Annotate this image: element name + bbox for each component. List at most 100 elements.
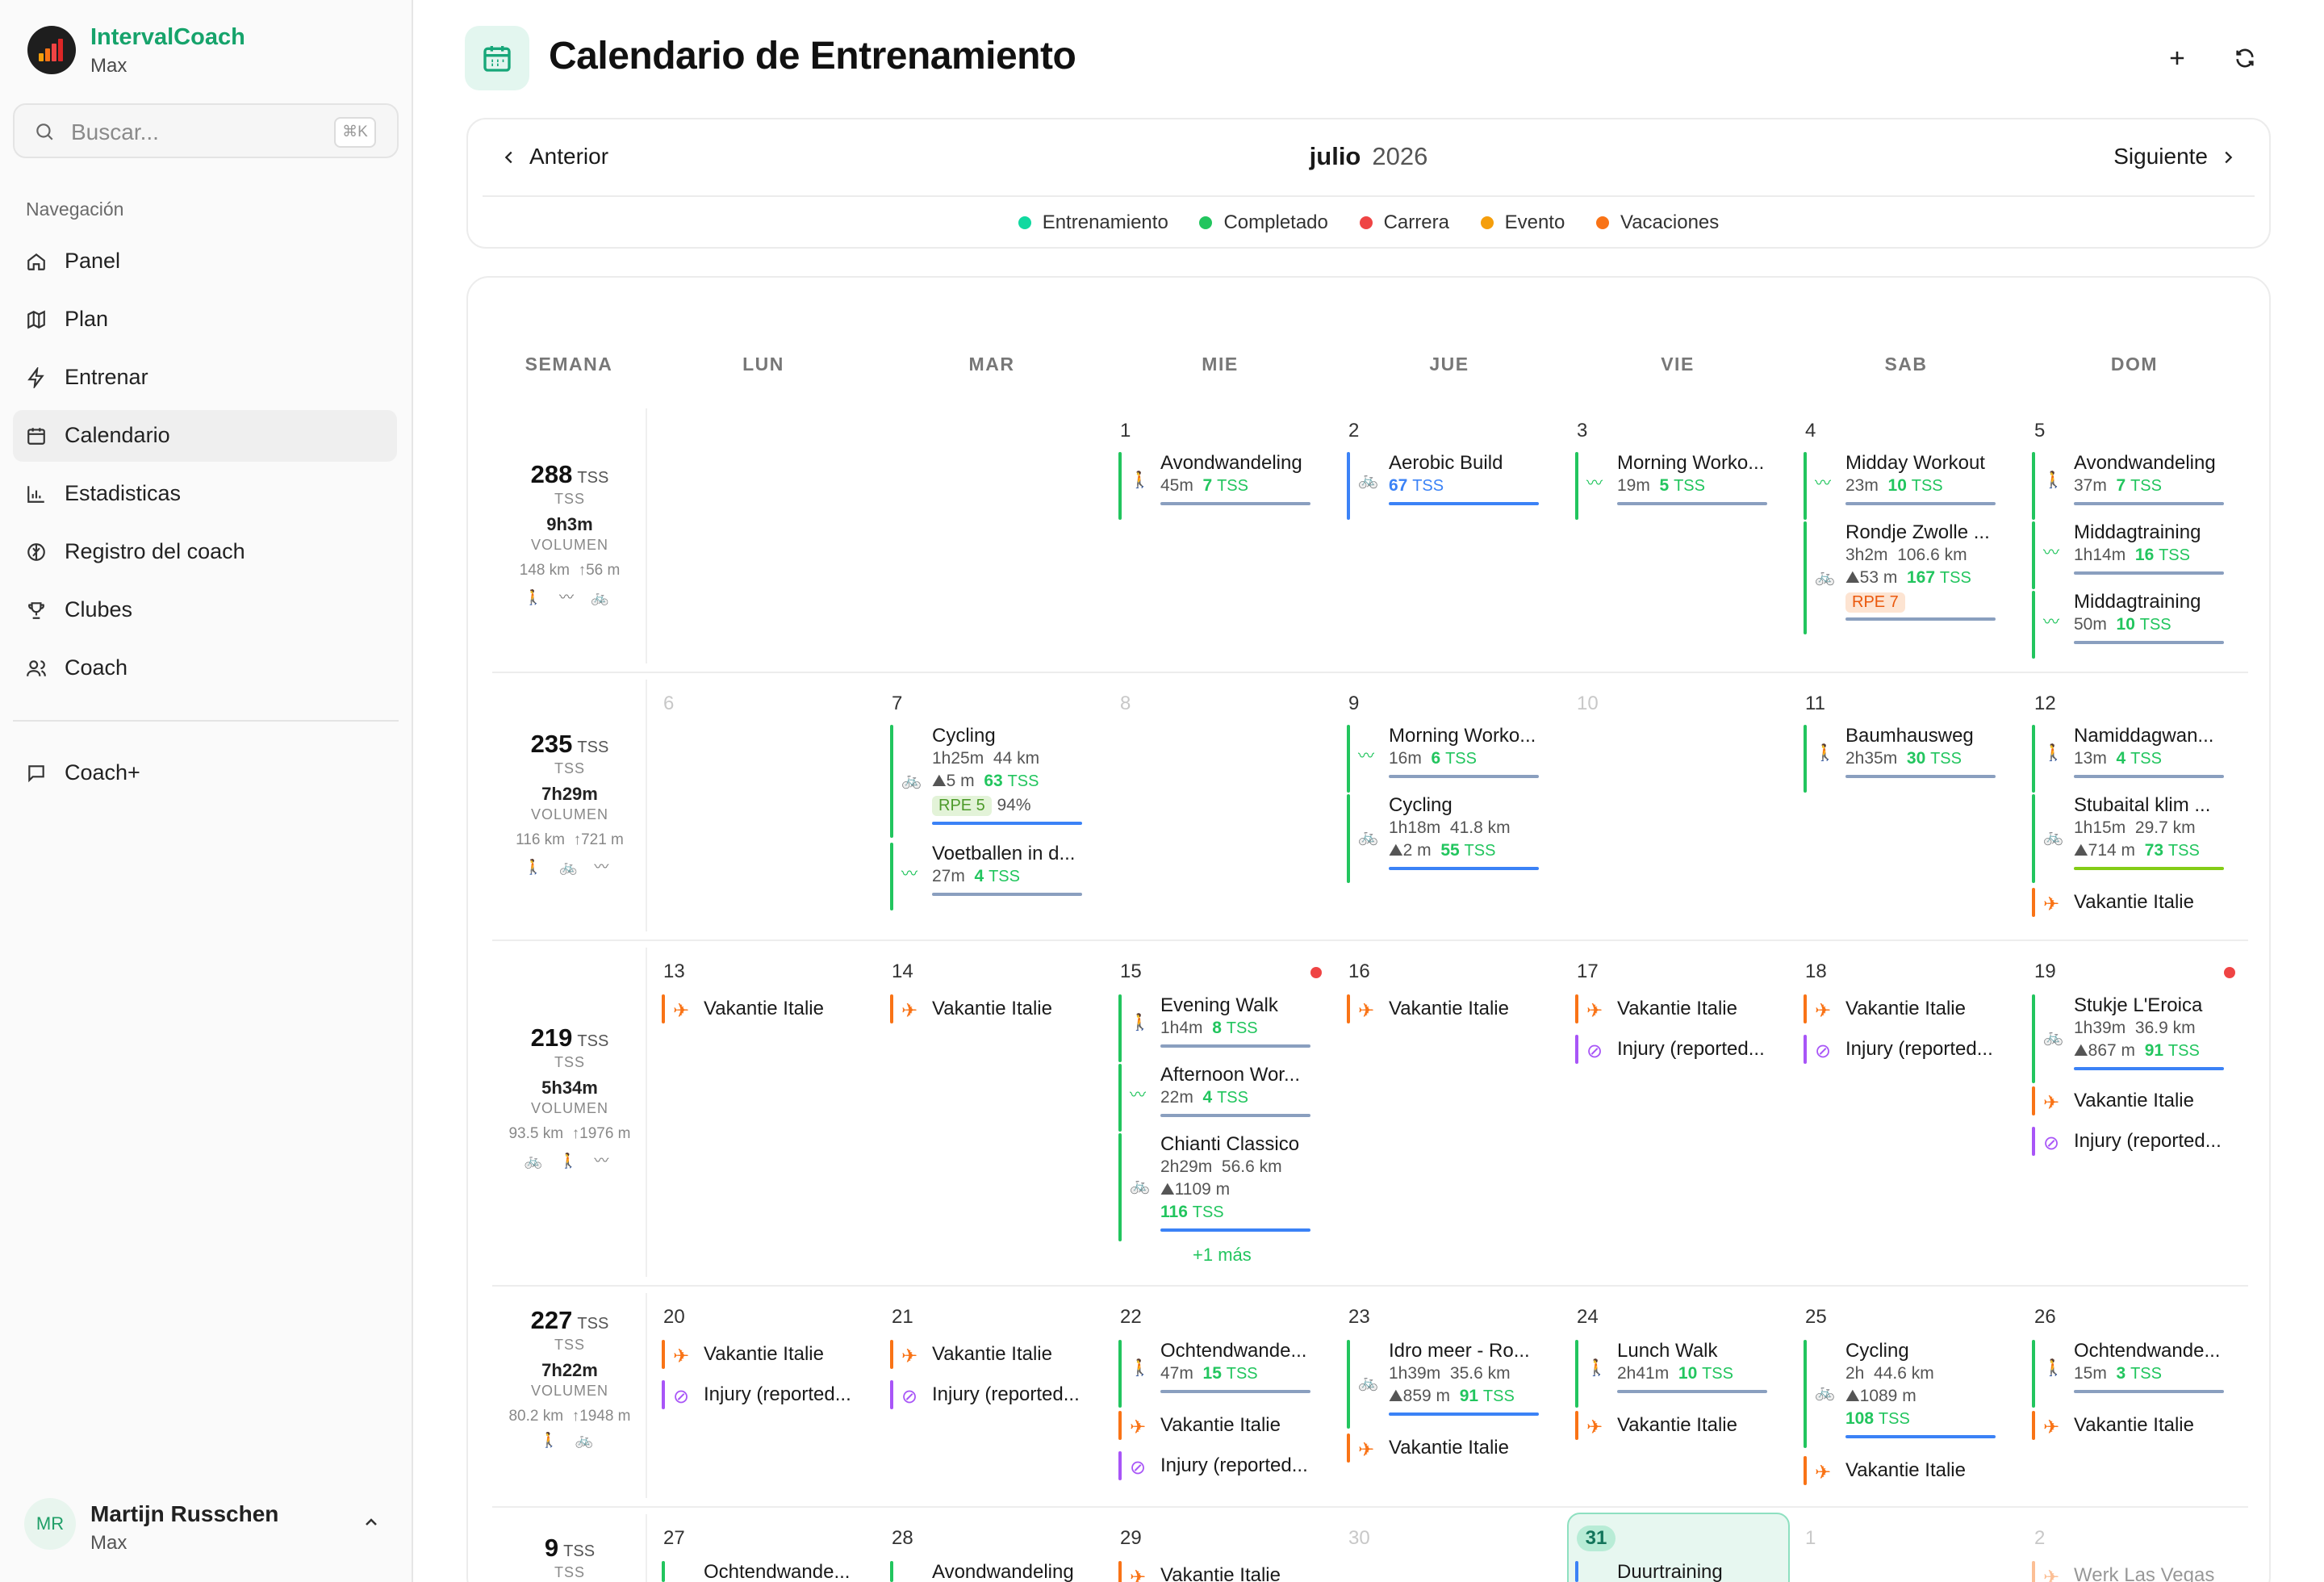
vacation-event[interactable]: ✈ Vakantie Italie (2032, 1411, 2234, 1440)
sidebar-item-panel[interactable]: Panel (13, 236, 397, 287)
search-placeholder: Buscar... (71, 119, 159, 144)
workout-card[interactable]: 🚲 Cycling 1h18m 41.8 km ⛰2 m 55 TSS (1347, 794, 1540, 883)
injury-event[interactable]: ⊘ Injury (reported... (1575, 1035, 1777, 1064)
current-month: julio 2026 (468, 142, 2269, 171)
chevron-up-icon (366, 1518, 377, 1526)
plane-icon: ✈ (1586, 1417, 1603, 1438)
workout-card[interactable]: 🚶 Baumhausweg 2h35m 30 TSS (1804, 725, 1997, 793)
calendar-icon (27, 428, 45, 445)
add-event-button[interactable] (2155, 36, 2200, 81)
workout-card[interactable]: 🚶 Namiddagwan... 13m 4 TSS (2032, 725, 2226, 793)
activity-icon: 〰 (2043, 613, 2059, 631)
more-events-link[interactable]: +1 más (1193, 1245, 1252, 1266)
vacation-event[interactable]: ✈ Vakantie Italie (1575, 1411, 1777, 1440)
workout-card[interactable]: 🚶 Ochtendwande... 15m 3 TSS (2032, 1340, 2226, 1408)
sidebar-item-calendario[interactable]: Calendario (13, 410, 397, 462)
sidebar-divider (13, 720, 399, 722)
walk-icon: 🚶 (1815, 744, 1835, 762)
vacation-event[interactable]: ✈ Vakantie Italie (1804, 994, 2005, 1023)
workout-card[interactable]: 🚶 Lunch Walk 2h41m 10 TSS (1575, 1340, 1769, 1408)
sidebar-item-plan[interactable]: Plan (13, 294, 397, 345)
vacation-event[interactable]: ✈ Vakantie Italie (1804, 1456, 2005, 1485)
vacation-event[interactable]: ✈ Vakantie Italie (890, 1340, 1092, 1369)
sidebar-item-registro[interactable]: Registro del coach (13, 526, 397, 578)
workout-card[interactable]: 〰 Middagtraining 1h14m 16 TSS (2032, 521, 2226, 589)
injury-event[interactable]: ⊘ Injury (reported... (2032, 1127, 2234, 1156)
next-label: Siguiente (2113, 144, 2208, 169)
workout-card[interactable]: 🚲 Cycling 1h25m 44 km ⛰5 m 63 TSS RPE 5 … (890, 725, 1084, 838)
sidebar-item-clubes[interactable]: Clubes (13, 584, 397, 636)
month-name: julio (1309, 142, 1361, 170)
home-icon (27, 253, 45, 270)
next-month-button[interactable]: Siguiente (2113, 144, 2237, 170)
plus-icon (2170, 51, 2184, 65)
vacation-event[interactable]: ✈ Vakantie Italie (1347, 1433, 1549, 1463)
workout-card[interactable]: 🚶 Avondwandeling 37m 7 TSS (2032, 452, 2226, 520)
workout-card[interactable]: 〰 Afternoon Wor... 22m 4 TSS (1118, 1064, 1312, 1132)
workout-card[interactable]: 〰 Midday Workout 23m 10 TSS (1804, 452, 1997, 520)
activity-icon: 〰 (2043, 544, 2059, 562)
day-number: 24 (1577, 1306, 1599, 1328)
bike-icon: 🚲 (1815, 1383, 1835, 1401)
legend-entrenamiento: Entrenamiento (1018, 211, 1168, 234)
workout-card[interactable]: 🚶 Evening Walk 1h4m 8 TSS (1118, 994, 1312, 1062)
chevron-right-icon (2225, 151, 2233, 164)
injury-event[interactable]: ⊘ Injury (reported... (1118, 1451, 1320, 1480)
sidebar-item-estadisticas[interactable]: Estadisticas (13, 468, 397, 520)
vacation-event[interactable]: ✈ Werk Las Vegas (2032, 1561, 2234, 1582)
workout-card[interactable]: 〰 Morning Worko... 16m 6 TSS (1347, 725, 1540, 793)
day-number: 21 (892, 1306, 913, 1328)
week-divider (646, 680, 647, 931)
workout-card[interactable]: 🚲 Stukje L'Eroica 1h39m 36.9 km ⛰867 m 9… (2032, 994, 2226, 1083)
workout-card[interactable]: Avondwandeling (890, 1561, 1084, 1582)
workout-card[interactable]: 🚲 Idro meer - Ro... 1h39m 35.6 km ⛰859 m… (1347, 1340, 1540, 1429)
vacation-event[interactable]: ✈ Vakantie Italie (1347, 994, 1549, 1023)
week-summary: 235 TSS TSS 7h29m VOLUMEN 116 km ↑721 m 🚶… (516, 730, 624, 875)
user-menu[interactable]: MR Martijn Russchen Max (13, 1487, 399, 1567)
vacation-event[interactable]: ✈ Vakantie Italie (662, 1340, 863, 1369)
plane-icon: ✈ (2043, 1567, 2060, 1582)
vacation-event[interactable]: ✈ Vakantie Italie (1118, 1411, 1320, 1440)
vacation-event[interactable]: ✈ Vakantie Italie (2032, 888, 2234, 917)
workout-card[interactable]: 🚲 Rondje Zwolle ... 3h2m 106.6 km ⛰53 m … (1804, 521, 1997, 634)
workout-card[interactable]: 〰 Morning Worko... 19m 5 TSS (1575, 452, 1769, 520)
app-logo[interactable] (27, 26, 76, 74)
day-number: 4 (1805, 420, 1816, 442)
sidebar-item-entrenar[interactable]: Entrenar (13, 352, 397, 404)
ban-icon: ⊘ (901, 1386, 918, 1408)
plane-icon: ✈ (1130, 1417, 1147, 1438)
header-vie: VIE (1661, 354, 1695, 375)
workout-card[interactable]: 〰 Middagtraining 50m 10 TSS (2032, 591, 2226, 659)
workout-card[interactable]: Duurtraining (1575, 1561, 1769, 1582)
refresh-button[interactable] (2222, 36, 2268, 81)
injury-event[interactable]: ⊘ Injury (reported... (1804, 1035, 2005, 1064)
day-number: 1 (1805, 1527, 1816, 1549)
workout-card[interactable]: 🚶 Ochtendwande... 47m 15 TSS (1118, 1340, 1312, 1408)
vacation-event[interactable]: ✈ Vakantie Italie (890, 994, 1092, 1023)
day-number: 29 (1120, 1527, 1142, 1549)
vacation-event[interactable]: ✈ Vakantie Italie (1575, 994, 1777, 1023)
vacation-event[interactable]: ✈ Vakantie Italie (662, 994, 863, 1023)
workout-card[interactable]: 〰 Voetballen in d... 27m 4 TSS (890, 843, 1084, 910)
sidebar-item-coach-plus[interactable]: Coach+ (13, 747, 397, 799)
walk-icon: 🚶 (2043, 744, 2063, 762)
vacation-event[interactable]: ✈ Vakantie Italie (2032, 1086, 2234, 1115)
injury-event[interactable]: ⊘ Injury (reported... (662, 1380, 863, 1409)
day-number: 18 (1805, 960, 1827, 982)
vacation-event[interactable]: ✈ Vakantie Italie (1118, 1561, 1320, 1582)
workout-card[interactable]: 🚲 Cycling 2h 44.6 km ⛰1089 m 108 TSS (1804, 1340, 1997, 1448)
workout-card[interactable]: Ochtendwande... (662, 1561, 855, 1582)
walk-icon: 🚶 (1130, 1359, 1150, 1377)
workout-card[interactable]: 🚲 Stubaital klim ... 1h15m 29.7 km ⛰714 … (2032, 794, 2226, 883)
injury-event[interactable]: ⊘ Injury (reported... (890, 1380, 1092, 1409)
week-divider (646, 408, 647, 663)
search-input[interactable]: Buscar... ⌘K (13, 103, 399, 158)
plane-icon: ✈ (673, 1346, 690, 1367)
workout-card[interactable]: 🚶 Avondwandeling 45m 7 TSS (1118, 452, 1312, 520)
workout-card[interactable]: 🚲 Aerobic Build 67 TSS (1347, 452, 1540, 520)
plane-icon: ✈ (1586, 1000, 1603, 1022)
legend-vacaciones: Vacaciones (1595, 211, 1719, 234)
sidebar-item-coach[interactable]: Coach (13, 642, 397, 694)
workout-card[interactable]: 🚲 Chianti Classico 2h29m 56.6 km ⛰1109 m… (1118, 1133, 1312, 1241)
day-number: 3 (1577, 420, 1588, 442)
